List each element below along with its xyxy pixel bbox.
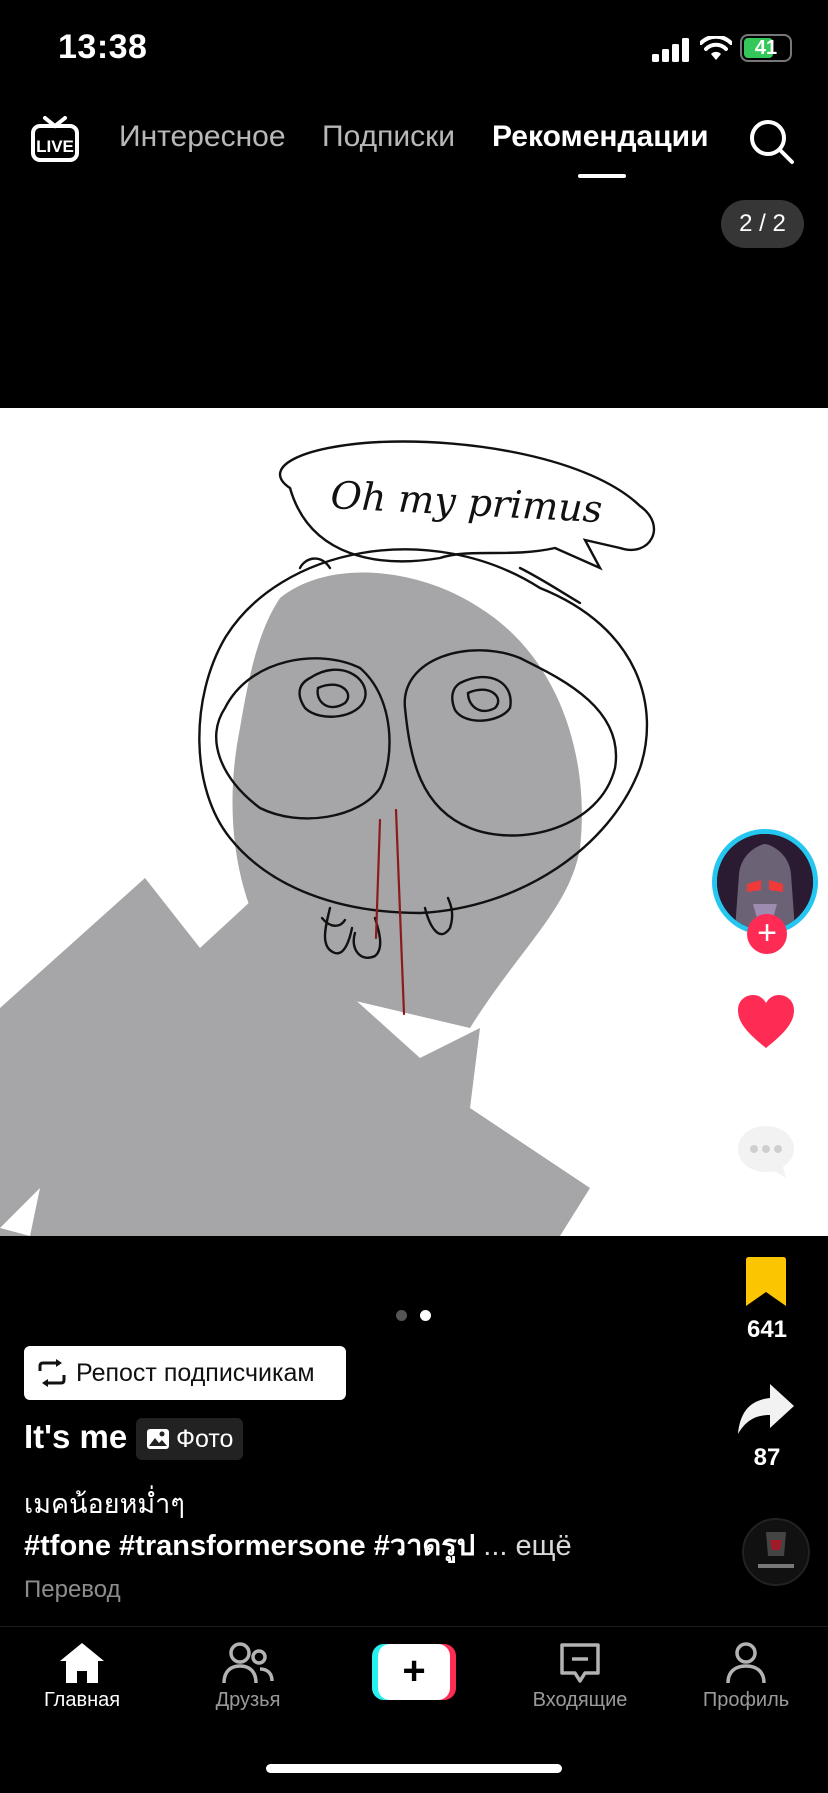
repost-button[interactable]: Репост подписчикам: [24, 1346, 346, 1400]
share-icon[interactable]: [736, 1382, 796, 1438]
tab-home-label: Главная: [43, 1689, 121, 1711]
tab-inbox-label: Входящие: [532, 1689, 628, 1711]
tab-home[interactable]: Главная: [12, 1627, 152, 1712]
search-icon[interactable]: [748, 118, 796, 166]
comment-count: 58: [753, 1186, 781, 1213]
tab-inbox[interactable]: Входящие: [510, 1627, 650, 1712]
caption-hashtags[interactable]: #tfone #transformersone #วาดรูป ... ещё: [24, 1522, 572, 1568]
bookmark-icon[interactable]: [744, 1256, 788, 1308]
translate-link[interactable]: Перевод: [24, 1576, 121, 1604]
wifi-icon: [700, 36, 732, 60]
photo-counter: 2 / 2: [721, 200, 804, 248]
image-icon: [147, 1429, 169, 1449]
home-indicator[interactable]: [266, 1764, 562, 1773]
more-link[interactable]: ... ещё: [483, 1530, 571, 1562]
cellular-signal-icon: [652, 38, 689, 62]
post-photo[interactable]: Oh my primus: [0, 408, 828, 1236]
follow-button[interactable]: +: [747, 914, 787, 954]
bookmark-count: 641: [746, 1316, 788, 1343]
svg-text:LIVE: LIVE: [36, 137, 74, 156]
create-button[interactable]: +: [372, 1644, 456, 1700]
author-name[interactable]: It's me: [24, 1418, 127, 1456]
battery-icon: 41: [740, 34, 792, 62]
tab-for-you[interactable]: Рекомендации: [492, 120, 709, 154]
photo-badge-label: Фото: [176, 1424, 234, 1453]
tab-profile[interactable]: Профиль: [676, 1627, 816, 1712]
share-count: 87: [753, 1444, 781, 1471]
inbox-icon: [560, 1643, 600, 1683]
status-time: 13:38: [58, 28, 148, 66]
battery-level: 41: [754, 37, 778, 59]
tab-friends-label: Друзья: [215, 1689, 281, 1711]
repost-label: Репост подписчикам: [76, 1358, 315, 1387]
live-icon[interactable]: LIVE: [30, 116, 80, 164]
page-dot-active: [420, 1310, 431, 1321]
tab-friends[interactable]: Друзья: [178, 1627, 318, 1712]
plus-icon: +: [378, 1644, 450, 1700]
comment-icon[interactable]: [736, 1124, 796, 1180]
heart-icon[interactable]: [736, 994, 796, 1050]
tab-following[interactable]: Подписки: [322, 120, 455, 154]
page-dot: [396, 1310, 407, 1321]
friends-icon: [222, 1642, 274, 1684]
repost-icon: [38, 1359, 66, 1387]
caption-text: เมคน้อยหม่ำๆ: [24, 1489, 185, 1519]
music-disc-icon: [745, 1521, 807, 1583]
like-count: 1989: [740, 1056, 794, 1083]
home-icon: [60, 1643, 104, 1683]
photo-badge: Фото: [136, 1418, 244, 1460]
tab-interesting[interactable]: Интересное: [119, 120, 286, 154]
music-disc[interactable]: [742, 1518, 810, 1586]
profile-icon: [726, 1642, 766, 1684]
active-tab-indicator: [578, 174, 626, 178]
hashtags[interactable]: #tfone #transformersone #วาดรูป: [24, 1530, 475, 1562]
tab-profile-label: Профиль: [702, 1689, 790, 1711]
